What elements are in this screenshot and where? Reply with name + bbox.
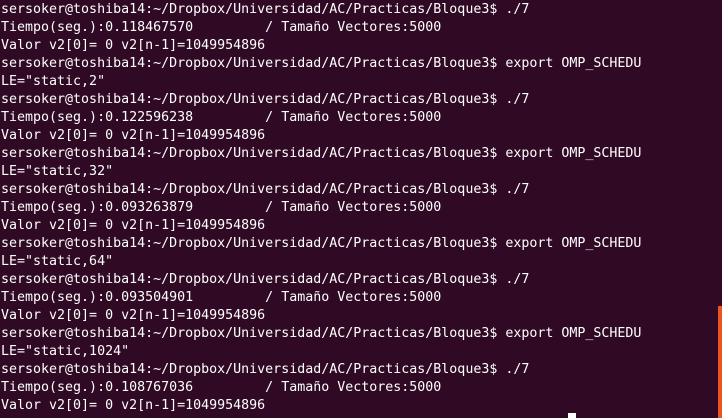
terminal-line-prompt: sersoker@toshiba14:~/Dropbox/Universidad… bbox=[1, 146, 642, 161]
terminal-line-output: Tiempo(seg.):0.093504901 / Tamaño Vector… bbox=[1, 290, 442, 305]
terminal-line-output: Valor v2[0]= 0 v2[n-1]=1049954896 bbox=[1, 308, 266, 323]
terminal-line-prompt: sersoker@toshiba14:~/Dropbox/Universidad… bbox=[1, 362, 530, 377]
terminal-line-prompt: sersoker@toshiba14:~/Dropbox/Universidad… bbox=[1, 272, 530, 287]
terminal-line-output: Tiempo(seg.):0.122596238 / Tamaño Vector… bbox=[1, 110, 442, 125]
terminal-line-output: Valor v2[0]= 0 v2[n-1]=1049954896 bbox=[1, 398, 266, 413]
terminal-line-prompt: sersoker@toshiba14:~/Dropbox/Universidad… bbox=[1, 92, 530, 107]
terminal-line-prompt: sersoker@toshiba14:~/Dropbox/Universidad… bbox=[1, 56, 642, 71]
window-edge-accent bbox=[718, 306, 722, 418]
terminal-line-prompt: sersoker@toshiba14:~/Dropbox/Universidad… bbox=[1, 326, 642, 341]
terminal-line-prompt: sersoker@toshiba14:~/Dropbox/Universidad… bbox=[1, 182, 530, 197]
text-cursor bbox=[568, 413, 576, 418]
terminal-line-output: LE="static,64" bbox=[1, 254, 114, 269]
terminal-line-output: Tiempo(seg.):0.093263879 / Tamaño Vector… bbox=[1, 200, 442, 215]
terminal-line-output: Valor v2[0]= 0 v2[n-1]=1049954896 bbox=[1, 38, 266, 53]
terminal-line-prompt: sersoker@toshiba14:~/Dropbox/Universidad… bbox=[1, 236, 642, 251]
terminal-line-output: LE="static,2" bbox=[1, 74, 106, 89]
terminal-line-output: Valor v2[0]= 0 v2[n-1]=1049954896 bbox=[1, 128, 266, 143]
terminal-output[interactable]: sersoker@toshiba14:~/Dropbox/Universidad… bbox=[1, 1, 722, 415]
terminal-line-output: LE="static,1024" bbox=[1, 344, 130, 359]
terminal-window[interactable]: sersoker@toshiba14:~/Dropbox/Universidad… bbox=[0, 0, 722, 418]
terminal-line-output: Valor v2[0]= 0 v2[n-1]=1049954896 bbox=[1, 218, 266, 233]
terminal-line-output: Tiempo(seg.):0.108767036 / Tamaño Vector… bbox=[1, 380, 442, 395]
terminal-line-output: Tiempo(seg.):0.118467570 / Tamaño Vector… bbox=[1, 20, 442, 35]
terminal-line-output: LE="static,32" bbox=[1, 164, 114, 179]
terminal-line-prompt: sersoker@toshiba14:~/Dropbox/Universidad… bbox=[1, 2, 530, 17]
